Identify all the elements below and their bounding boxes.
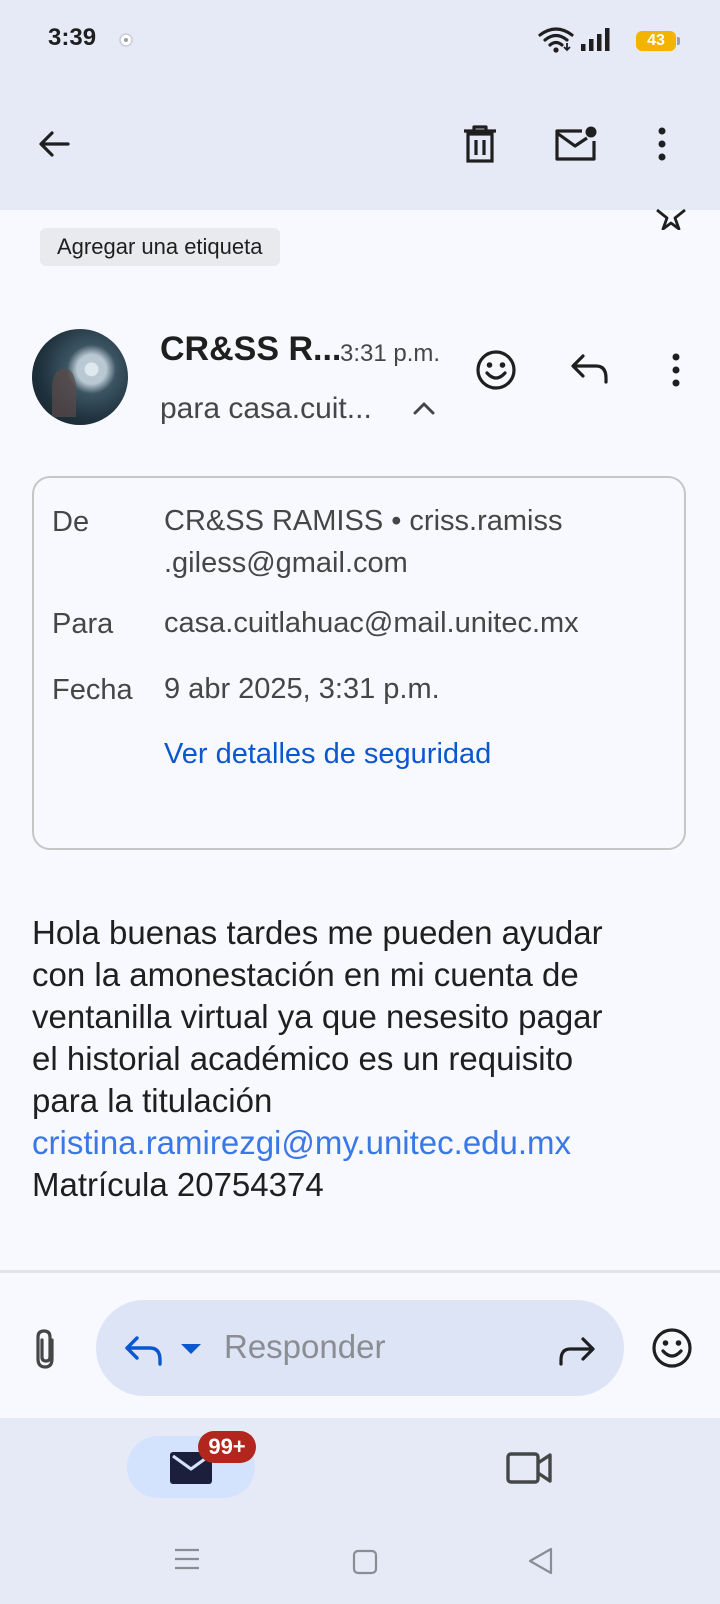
from-value-line1: CR&SS RAMISS • criss.ramiss [164, 505, 563, 537]
top-app-bar [0, 0, 720, 210]
mail-unread-badge: 99+ [198, 1431, 256, 1463]
more-options-button[interactable] [656, 126, 668, 162]
reply-type-dropdown[interactable] [180, 1343, 202, 1355]
security-details-link[interactable]: Ver detalles de seguridad [164, 738, 491, 771]
to-value: casa.cuitlahuac@mail.unitec.mx [164, 607, 579, 639]
attach-button[interactable] [32, 1328, 60, 1370]
battery-level: 43 [636, 31, 676, 51]
recipient-summary[interactable]: para casa.cuit... [160, 392, 372, 426]
body-line: con la amonestación en mi cuenta de [32, 956, 579, 993]
more-vertical-icon [658, 127, 666, 161]
body-line: Matrícula 20754374 [32, 1166, 324, 1203]
forward-icon [559, 1337, 595, 1366]
trash-icon [464, 125, 496, 163]
sender-avatar[interactable] [32, 329, 128, 425]
signal-icon [580, 28, 612, 52]
notification-icon [118, 32, 134, 48]
reply-placeholder[interactable]: Responder [224, 1328, 385, 1366]
mark-unread-button[interactable] [554, 126, 598, 162]
body-email-link[interactable]: cristina.ramirezgi@my.unitec.edu.mx [32, 1122, 692, 1164]
arrow-left-icon [39, 131, 70, 157]
smiley-icon [476, 350, 516, 390]
reply-icon [125, 1336, 162, 1366]
to-label: Para [52, 608, 114, 640]
star-icon [656, 208, 686, 230]
sender-name[interactable]: CR&SS R... [160, 330, 341, 369]
bottom-navigation [0, 1418, 720, 1604]
emoji-reaction-button[interactable] [650, 1326, 694, 1370]
forward-button[interactable] [558, 1336, 596, 1366]
nav-meet-tab[interactable] [506, 1451, 552, 1485]
triangle-back-icon [528, 1547, 553, 1575]
mail-unread-icon [555, 126, 597, 161]
video-camera-icon [506, 1452, 552, 1484]
email-time: 3:31 p.m. [340, 340, 441, 367]
back-button[interactable] [36, 126, 72, 162]
status-time: 3:39 [48, 24, 97, 51]
paperclip-icon [36, 1329, 54, 1369]
add-label-chip[interactable]: Agregar una etiqueta [40, 228, 280, 266]
chevron-up-icon [413, 402, 435, 415]
more-vertical-icon [672, 353, 680, 387]
smiley-icon [652, 1328, 692, 1368]
system-back-button[interactable] [528, 1547, 554, 1575]
react-emoji-button[interactable] [474, 348, 518, 392]
battery-icon [677, 37, 680, 45]
star-button[interactable] [654, 208, 688, 230]
message-details-card: De CR&SS RAMISS • criss.ramiss .giless@g… [32, 476, 686, 850]
system-menu-button[interactable] [174, 1548, 200, 1570]
date-label: Fecha [52, 674, 133, 706]
system-home-button[interactable] [352, 1549, 378, 1575]
delete-button[interactable] [462, 125, 498, 163]
body-line: Hola buenas tardes me pueden ayudar [32, 914, 603, 951]
body-line: ventanilla virtual ya que nesesito pagar [32, 998, 603, 1035]
from-label: De [52, 506, 90, 538]
body-line: el historial académico es un requisito [32, 1040, 574, 1077]
reply-type-button[interactable] [124, 1334, 164, 1366]
collapse-details-button[interactable] [412, 400, 436, 416]
caret-down-icon [181, 1344, 201, 1354]
message-more-button[interactable] [670, 352, 682, 388]
body-line: para la titulación [32, 1082, 273, 1119]
email-body: Hola buenas tardes me pueden ayudar con … [32, 912, 692, 1206]
menu-lines-icon [175, 1548, 199, 1570]
wifi-icon [538, 27, 574, 53]
reply-icon [571, 354, 608, 384]
date-value: 9 abr 2025, 3:31 p.m. [164, 673, 440, 705]
reply-button[interactable] [570, 352, 610, 384]
square-home-icon [352, 1549, 378, 1575]
from-value-line2: .giless@gmail.com [164, 547, 408, 579]
divider [0, 1270, 720, 1273]
